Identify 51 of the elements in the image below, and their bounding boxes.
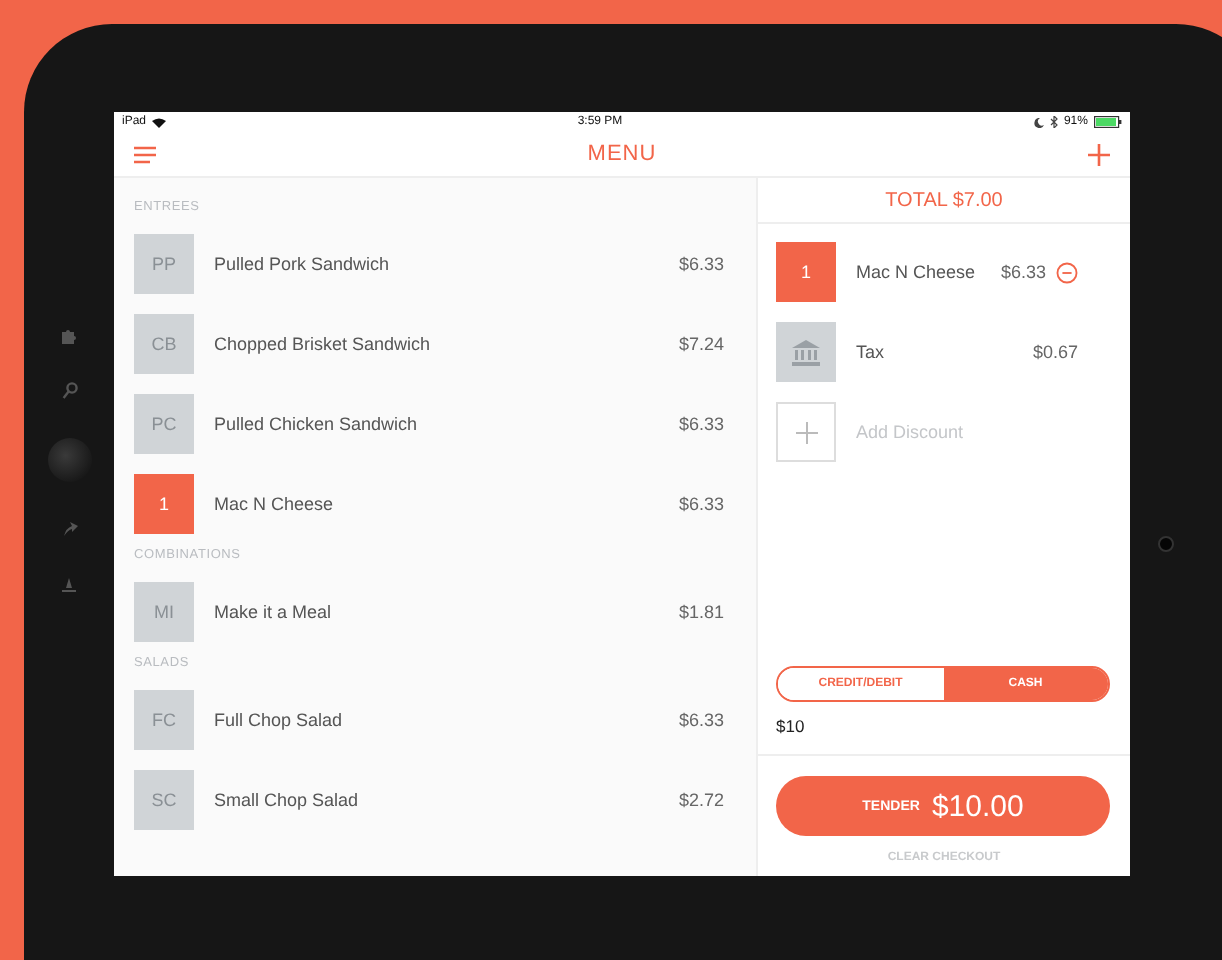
menu-icon[interactable] [134,145,156,163]
item-price: $7.24 [678,334,724,354]
header-title: MENU [587,142,657,166]
item-tile: CB [134,314,194,374]
item-tile: MI [134,582,194,642]
puzzle-icon [60,328,78,344]
share-arrow-icon [61,520,77,538]
item-name: Mac N Cheese [856,262,978,282]
menu-item[interactable]: 1 Mac N Cheese $6.33 [134,464,756,544]
plus-icon [795,421,817,443]
item-tile: 1 [134,474,194,534]
menu-item[interactable]: PC Pulled Chicken Sandwich $6.33 [134,384,756,464]
bank-icon [792,339,820,365]
item-price: $2.72 [678,790,724,810]
item-tile: SC [134,770,194,830]
menu-item[interactable]: SC Small Chop Salad $2.72 [134,760,756,840]
search-icon [61,382,77,400]
signal-icon [60,576,78,594]
add-discount-label: Add Discount [856,422,966,442]
moon-icon [1033,117,1044,127]
menu-item[interactable]: FC Full Chop Salad $6.33 [134,680,756,760]
item-name: Full Chop Salad [214,710,345,730]
tax-label: Tax [856,342,887,362]
item-name: Pulled Pork Sandwich [214,254,392,274]
item-name: Pulled Chicken Sandwich [214,414,420,434]
item-name: Make it a Meal [214,602,334,622]
quantity-tile: 1 [776,242,836,302]
item-tile: PC [134,394,194,454]
item-name: Chopped Brisket Sandwich [214,334,433,354]
bluetooth-icon [1049,116,1058,128]
add-icon[interactable] [1087,143,1110,165]
item-name: Mac N Cheese [214,494,336,514]
order-total: TOTAL $7.00 [758,178,1130,224]
item-price: $6.33 [678,710,724,730]
remove-icon[interactable] [1056,261,1078,283]
item-price: $6.33 [678,254,724,274]
menu-item[interactable]: CB Chopped Brisket Sandwich $7.24 [134,304,756,384]
battery-icon [1093,116,1122,128]
item-name: Small Chop Salad [214,790,361,810]
tendered-amount: $10 [758,702,1130,756]
tax-amount: $0.67 [1032,342,1078,362]
item-tile: FC [134,690,194,750]
wifi-icon [152,117,167,127]
menu-item[interactable]: MI Make it a Meal $1.81 [134,572,756,652]
item-price: $6.33 [678,494,724,514]
menu-item[interactable]: PP Pulled Pork Sandwich $6.33 [134,224,756,304]
item-tile: PP [134,234,194,294]
item-price: $6.33 [678,414,724,434]
camera-lens [1158,536,1174,552]
item-price: $6.33 [1000,262,1046,282]
item-price: $1.81 [678,602,724,622]
